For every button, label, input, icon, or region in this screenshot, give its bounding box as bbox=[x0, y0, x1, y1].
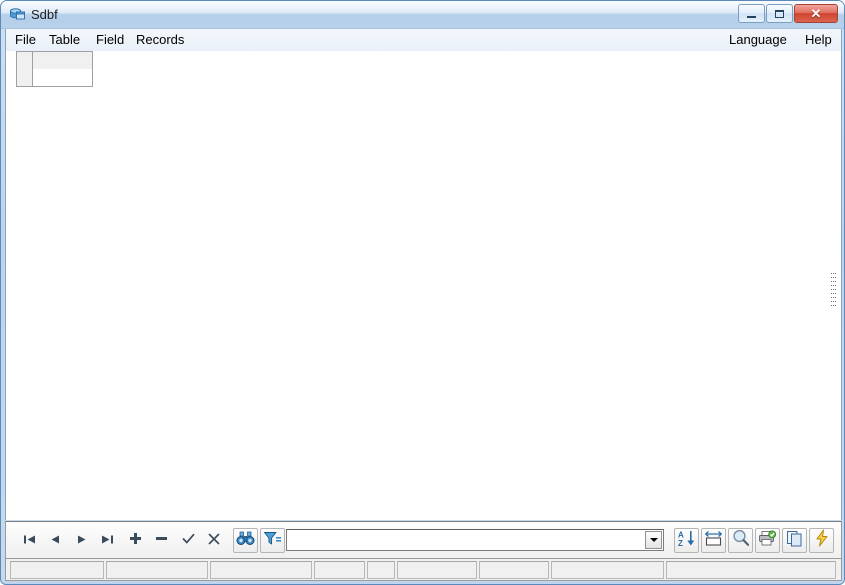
maximize-button[interactable] bbox=[766, 4, 793, 23]
run-button[interactable] bbox=[809, 528, 834, 553]
search-button[interactable] bbox=[233, 528, 258, 553]
data-grid[interactable] bbox=[11, 51, 837, 519]
grid-header-indicator bbox=[16, 51, 33, 70]
status-panel-4 bbox=[314, 561, 365, 579]
funnel-filter-icon bbox=[263, 530, 282, 552]
prior-record-button[interactable] bbox=[43, 528, 68, 553]
svg-text:Z: Z bbox=[678, 539, 683, 547]
prior-record-icon bbox=[50, 532, 61, 550]
next-record-icon bbox=[76, 532, 87, 550]
status-panel-5 bbox=[367, 561, 395, 579]
title-bar[interactable]: Sdbf ✕ bbox=[1, 1, 844, 29]
cross-icon bbox=[207, 532, 220, 550]
menu-item-table[interactable]: Table bbox=[44, 31, 85, 49]
status-bar bbox=[5, 559, 842, 581]
filter-button[interactable] bbox=[260, 528, 285, 553]
menu-item-records[interactable]: Records bbox=[131, 31, 189, 49]
cancel-edit-button[interactable] bbox=[201, 528, 226, 553]
binoculars-icon bbox=[236, 530, 255, 552]
chevron-down-icon[interactable] bbox=[645, 531, 662, 549]
first-record-icon bbox=[23, 532, 36, 550]
grid-row-indicator[interactable] bbox=[16, 69, 33, 87]
close-button[interactable]: ✕ bbox=[794, 4, 838, 23]
last-record-button[interactable] bbox=[95, 528, 120, 553]
copy-button[interactable] bbox=[782, 528, 807, 553]
print-button[interactable] bbox=[755, 528, 780, 553]
copy-pages-icon bbox=[786, 530, 804, 552]
grid-column-header-0[interactable] bbox=[32, 51, 93, 70]
window-bottom-edge bbox=[1, 581, 844, 584]
status-panel-2 bbox=[106, 561, 208, 579]
vertical-splitter[interactable] bbox=[830, 51, 837, 520]
zoom-view-button[interactable] bbox=[728, 528, 753, 553]
close-glyph: ✕ bbox=[810, 6, 822, 21]
status-panel-9 bbox=[666, 561, 836, 579]
menu-bar: File Table Field Records Language Help bbox=[5, 29, 842, 51]
check-icon bbox=[182, 532, 195, 550]
fit-width-icon bbox=[704, 530, 723, 552]
status-panel-1 bbox=[10, 561, 104, 579]
sort-button[interactable]: A Z bbox=[674, 528, 699, 553]
next-record-button[interactable] bbox=[69, 528, 94, 553]
menu-item-help[interactable]: Help bbox=[800, 31, 837, 49]
filter-expression-input[interactable] bbox=[290, 532, 642, 548]
magnifier-icon bbox=[732, 529, 750, 552]
sort-az-icon: A Z bbox=[678, 530, 696, 552]
status-panel-7 bbox=[479, 561, 549, 579]
status-panel-3 bbox=[210, 561, 312, 579]
menu-item-file[interactable]: File bbox=[10, 31, 41, 49]
minimize-button[interactable] bbox=[738, 4, 765, 23]
title-bar-gloss bbox=[1, 1, 844, 28]
last-record-icon bbox=[101, 532, 114, 550]
insert-record-button[interactable] bbox=[123, 528, 148, 553]
menu-item-field[interactable]: Field bbox=[91, 31, 129, 49]
minimize-icon bbox=[739, 5, 764, 22]
application-window: Sdbf ✕ File Table Field Records Language… bbox=[0, 0, 845, 585]
printer-icon bbox=[758, 530, 777, 552]
close-icon: ✕ bbox=[795, 5, 837, 22]
window-title: Sdbf bbox=[31, 7, 58, 22]
status-panel-8 bbox=[551, 561, 664, 579]
filter-expression-combo[interactable] bbox=[286, 529, 664, 551]
first-record-button[interactable] bbox=[17, 528, 42, 553]
maximize-icon bbox=[767, 5, 792, 22]
minus-icon bbox=[155, 532, 168, 550]
fit-columns-button[interactable] bbox=[701, 528, 726, 553]
plus-icon bbox=[129, 532, 142, 550]
grid-cell-0-0[interactable] bbox=[32, 69, 93, 87]
database-stack-icon bbox=[9, 6, 26, 23]
post-edit-button[interactable] bbox=[176, 528, 201, 553]
lightning-bolt-icon bbox=[814, 529, 830, 552]
splitter-grip-dots bbox=[831, 273, 836, 309]
client-area bbox=[5, 51, 842, 520]
delete-record-button[interactable] bbox=[149, 528, 174, 553]
status-panel-6 bbox=[397, 561, 477, 579]
menu-item-language[interactable]: Language bbox=[724, 31, 792, 49]
